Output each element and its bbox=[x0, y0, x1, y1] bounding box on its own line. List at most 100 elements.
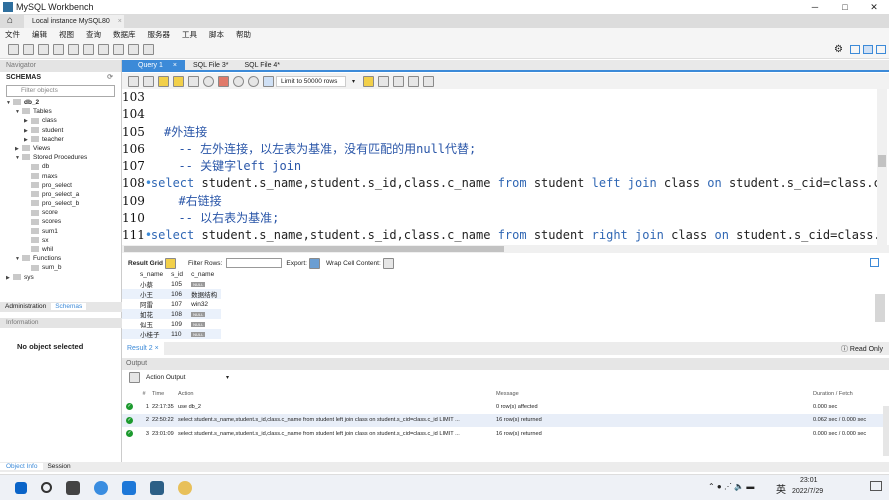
tree-item[interactable]: scores bbox=[0, 217, 121, 226]
result-cell[interactable]: 小桂子 bbox=[136, 329, 168, 339]
notification-icon[interactable] bbox=[870, 481, 882, 491]
open-sql-script-icon[interactable] bbox=[23, 43, 34, 55]
menu-help[interactable]: 帮助 bbox=[236, 29, 251, 40]
column-header-s-name[interactable]: s_name bbox=[136, 270, 167, 279]
editor-vertical-scrollbar[interactable] bbox=[877, 89, 887, 245]
menu-scripting[interactable]: 脚本 bbox=[209, 29, 224, 40]
result-row[interactable]: 小王 106 数据结构 bbox=[122, 289, 222, 299]
tree-item[interactable]: ▼ db_2 bbox=[0, 98, 121, 107]
commit-icon[interactable] bbox=[233, 75, 244, 87]
result-row[interactable]: 阿雷 107 win32 bbox=[122, 299, 221, 310]
tab-session[interactable]: Session bbox=[43, 463, 74, 470]
editor-horizontal-scrollbar[interactable] bbox=[122, 245, 889, 253]
menu-edit[interactable]: 编辑 bbox=[32, 29, 47, 40]
tree-item[interactable]: maxs bbox=[0, 172, 121, 181]
explain-icon[interactable] bbox=[188, 75, 199, 87]
result-cell[interactable]: 阿雷 bbox=[136, 299, 167, 309]
result-cell[interactable]: 107 bbox=[167, 299, 187, 309]
expand-toggle-icon[interactable]: ▼ bbox=[15, 154, 22, 163]
result-cell[interactable]: 似玉 bbox=[136, 319, 167, 329]
new-sql-tab-icon[interactable] bbox=[8, 43, 19, 55]
create-view-icon[interactable] bbox=[83, 43, 94, 55]
result-cell[interactable]: NULL bbox=[187, 329, 222, 339]
output-row[interactable]: ✓ 1 22:17:35 use db_2 0 row(s) affected 0.000… bbox=[122, 400, 889, 413]
code-line[interactable]: 103 bbox=[122, 89, 877, 106]
word-wrap-icon[interactable] bbox=[423, 75, 435, 87]
menu-view[interactable]: 视图 bbox=[59, 29, 74, 40]
result-grid-side-icon[interactable] bbox=[870, 258, 879, 267]
refresh-icon[interactable]: ⟳ bbox=[107, 72, 113, 84]
code-line[interactable]: 111 • select student.s_name,student.s_id,c… bbox=[122, 227, 877, 244]
result-cell[interactable]: 小王 bbox=[136, 289, 168, 299]
tree-item[interactable]: ▶ Views bbox=[0, 144, 121, 153]
result-cell[interactable]: 106 bbox=[167, 289, 188, 299]
tree-item[interactable]: ▼ Functions bbox=[0, 254, 121, 263]
tab-sql-file-3[interactable]: SQL File 3* bbox=[185, 60, 237, 71]
toggle-output-icon[interactable] bbox=[863, 45, 873, 54]
result-cell[interactable]: win32 bbox=[187, 299, 221, 309]
tree-item[interactable]: ▶ sys bbox=[0, 273, 121, 282]
save-icon[interactable] bbox=[143, 75, 154, 87]
tree-item[interactable]: pro_select_a bbox=[0, 190, 121, 199]
tree-item[interactable]: ▼ Tables bbox=[0, 107, 121, 116]
create-table-icon[interactable] bbox=[68, 43, 79, 55]
expand-toggle-icon[interactable]: ▶ bbox=[6, 274, 13, 283]
expand-toggle-icon[interactable]: ▼ bbox=[6, 99, 13, 108]
action-output-select[interactable]: Action Output bbox=[146, 374, 226, 381]
mysql-workbench-taskbar-icon[interactable] bbox=[150, 480, 164, 495]
toggle-sidebar-icon[interactable] bbox=[850, 45, 860, 54]
code-line[interactable]: 109 #右链接 bbox=[122, 193, 877, 210]
code-line[interactable]: 107 -- 关键字left join bbox=[122, 158, 877, 175]
reconnect-icon[interactable] bbox=[143, 43, 154, 55]
tree-item[interactable]: score bbox=[0, 208, 121, 217]
inspector-icon[interactable] bbox=[38, 43, 49, 55]
output-scrollbar[interactable] bbox=[883, 406, 889, 456]
create-schema-icon[interactable] bbox=[53, 43, 64, 55]
find-icon[interactable] bbox=[393, 75, 405, 87]
create-function-icon[interactable] bbox=[113, 43, 124, 55]
close-tab-icon[interactable]: × bbox=[118, 18, 122, 25]
expand-toggle-icon[interactable]: ▼ bbox=[15, 108, 22, 117]
tree-item[interactable]: pro_select bbox=[0, 181, 121, 190]
minimize-button[interactable]: ─ bbox=[800, 0, 830, 14]
wrap-cell-icon[interactable] bbox=[382, 257, 394, 269]
result-cell[interactable]: 数据结构 bbox=[187, 289, 222, 299]
column-header-s-id[interactable]: s_id bbox=[167, 270, 187, 279]
result-row[interactable]: 小蔡 105 NULL bbox=[122, 279, 221, 289]
filter-objects-input[interactable]: Filter objects bbox=[6, 85, 115, 97]
result-cell[interactable]: 小蔡 bbox=[136, 279, 167, 289]
result-cell[interactable]: NULL bbox=[187, 319, 221, 329]
menu-file[interactable]: 文件 bbox=[5, 29, 20, 40]
tree-item[interactable]: whil bbox=[0, 245, 121, 254]
sql-editor[interactable]: 103 104 105 #外连接 106 -- 左外连接，以左表为基准，没有匹配的用nu… bbox=[122, 89, 877, 245]
clock-time[interactable]: 23:01 bbox=[800, 477, 818, 484]
create-procedure-icon[interactable] bbox=[98, 43, 109, 55]
execute-current-icon[interactable] bbox=[173, 75, 184, 87]
tree-item[interactable]: db bbox=[0, 162, 121, 171]
clock-date[interactable]: 2022/7/29 bbox=[792, 488, 823, 495]
grid-icon[interactable] bbox=[165, 257, 177, 269]
result-row[interactable]: 小桂子 110 NULL bbox=[122, 329, 222, 339]
output-row[interactable]: ✓ 3 23:01:09 select student.s_name,student.… bbox=[122, 427, 889, 440]
code-line[interactable]: 106 -- 左外连接，以左表为基准，没有匹配的用null代替; bbox=[122, 141, 877, 158]
export-icon[interactable] bbox=[308, 257, 320, 269]
feishu-icon[interactable] bbox=[122, 480, 136, 495]
tree-item[interactable]: ▶ teacher bbox=[0, 135, 121, 144]
output-row[interactable]: ✓ 2 22:50:22 select student.s_name,student.… bbox=[122, 413, 889, 427]
result-side-scrollbar[interactable] bbox=[875, 294, 885, 322]
code-line[interactable]: 108 • select student.s_name,student.s_id,c… bbox=[122, 175, 877, 192]
filter-rows-input[interactable] bbox=[226, 258, 283, 268]
tab-sql-file-4[interactable]: SQL File 4* bbox=[237, 60, 289, 71]
tab-schemas[interactable]: Schemas bbox=[51, 303, 87, 310]
close-window-button[interactable]: ✕ bbox=[859, 0, 889, 14]
result-cell[interactable]: 如花 bbox=[136, 309, 168, 319]
app-icon-taskbar[interactable] bbox=[178, 480, 192, 495]
stop-on-error-icon[interactable] bbox=[218, 75, 229, 87]
tree-item[interactable]: ▶ student bbox=[0, 126, 121, 135]
stop-icon[interactable] bbox=[203, 75, 214, 87]
connection-tab[interactable]: Local instance MySQL80 × bbox=[24, 15, 124, 28]
menu-tools[interactable]: 工具 bbox=[182, 29, 197, 40]
result-cell[interactable]: NULL bbox=[187, 309, 222, 319]
tree-item[interactable]: ▶ class bbox=[0, 116, 121, 125]
invisible-chars-icon[interactable] bbox=[408, 75, 420, 87]
